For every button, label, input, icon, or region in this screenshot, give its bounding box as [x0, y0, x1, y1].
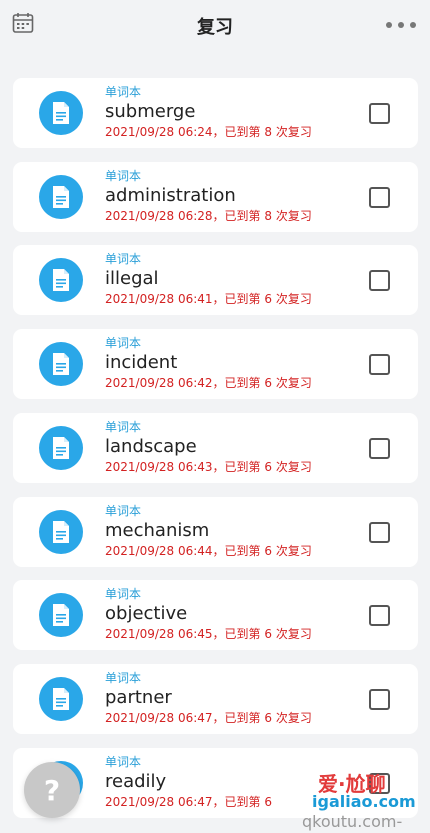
document-icon — [39, 426, 83, 470]
watermark: 爱·尬聊 igaliao.com qkoutu.com- — [272, 768, 430, 833]
book-label: 单词本 — [105, 169, 142, 183]
checkbox[interactable] — [369, 689, 390, 710]
review-status: 2021/09/28 06:45，已到第 6 次复习 — [105, 627, 312, 641]
list-item[interactable]: 单词本 administration 2021/09/28 06:28，已到第 … — [13, 162, 418, 232]
item-text: 单词本 partner 2021/09/28 06:47，已到第 6 次复习 — [105, 670, 358, 726]
checkbox[interactable] — [369, 605, 390, 626]
word-label: illegal — [105, 268, 159, 289]
checkbox[interactable] — [369, 522, 390, 543]
document-icon — [39, 593, 83, 637]
review-status: 2021/09/28 06:43，已到第 6 次复习 — [105, 460, 312, 474]
watermark-line2: igaliao.com — [312, 792, 416, 811]
word-label: objective — [105, 603, 188, 624]
word-label: landscape — [105, 436, 197, 457]
help-button[interactable]: ? — [24, 762, 80, 818]
item-text: 单词本 submerge 2021/09/28 06:24，已到第 8 次复习 — [105, 84, 358, 140]
more-dots-icon[interactable] — [386, 19, 416, 31]
list-item[interactable]: 单词本 incident 2021/09/28 06:42，已到第 6 次复习 — [13, 329, 418, 399]
list-item[interactable]: 单词本 landscape 2021/09/28 06:43，已到第 6 次复习 — [13, 413, 418, 483]
book-label: 单词本 — [105, 587, 142, 601]
page-title: 复习 — [197, 17, 233, 38]
document-icon — [39, 258, 83, 302]
word-label: partner — [105, 687, 172, 708]
review-status: 2021/09/28 06:44，已到第 6 次复习 — [105, 544, 312, 558]
word-label: administration — [105, 185, 236, 206]
book-label: 单词本 — [105, 420, 142, 434]
checkbox[interactable] — [369, 438, 390, 459]
checkbox[interactable] — [369, 103, 390, 124]
book-label: 单词本 — [105, 504, 142, 518]
word-label: submerge — [105, 101, 196, 122]
checkbox[interactable] — [369, 354, 390, 375]
list-item[interactable]: 单词本 objective 2021/09/28 06:45，已到第 6 次复习 — [13, 580, 418, 650]
list-item[interactable]: 单词本 partner 2021/09/28 06:47，已到第 6 次复习 — [13, 664, 418, 734]
list-item[interactable]: 单词本 mechanism 2021/09/28 06:44，已到第 6 次复习 — [13, 497, 418, 567]
item-text: 单词本 incident 2021/09/28 06:42，已到第 6 次复习 — [105, 335, 358, 391]
document-icon — [39, 677, 83, 721]
book-label: 单词本 — [105, 85, 142, 99]
item-text: 单词本 mechanism 2021/09/28 06:44，已到第 6 次复习 — [105, 503, 358, 559]
checkbox[interactable] — [369, 187, 390, 208]
document-icon — [39, 510, 83, 554]
word-label: incident — [105, 352, 178, 373]
review-status: 2021/09/28 06:42，已到第 6 次复习 — [105, 376, 312, 390]
watermark-line3: qkoutu.com- — [302, 812, 403, 831]
review-status: 2021/09/28 06:24，已到第 8 次复习 — [105, 125, 312, 139]
review-status: 2021/09/28 06:28，已到第 8 次复习 — [105, 209, 312, 223]
list-item[interactable]: 单词本 illegal 2021/09/28 06:41，已到第 6 次复习 — [13, 245, 418, 315]
book-label: 单词本 — [105, 252, 142, 266]
document-icon — [39, 91, 83, 135]
document-icon — [39, 175, 83, 219]
item-text: 单词本 illegal 2021/09/28 06:41，已到第 6 次复习 — [105, 251, 358, 307]
app-header: 复习 — [0, 0, 430, 52]
item-text: 单词本 landscape 2021/09/28 06:43，已到第 6 次复习 — [105, 419, 358, 475]
book-label: 单词本 — [105, 671, 142, 685]
checkbox[interactable] — [369, 270, 390, 291]
list-item[interactable]: 单词本 submerge 2021/09/28 06:24，已到第 8 次复习 — [13, 78, 418, 148]
word-label: mechanism — [105, 520, 210, 541]
book-label: 单词本 — [105, 336, 142, 350]
review-status: 2021/09/28 06:47，已到第 6 次复习 — [105, 711, 312, 725]
review-status: 2021/09/28 06:41，已到第 6 次复习 — [105, 292, 312, 306]
document-icon — [39, 342, 83, 386]
item-text: 单词本 administration 2021/09/28 06:28，已到第 … — [105, 168, 358, 224]
item-text: 单词本 objective 2021/09/28 06:45，已到第 6 次复习 — [105, 586, 358, 642]
